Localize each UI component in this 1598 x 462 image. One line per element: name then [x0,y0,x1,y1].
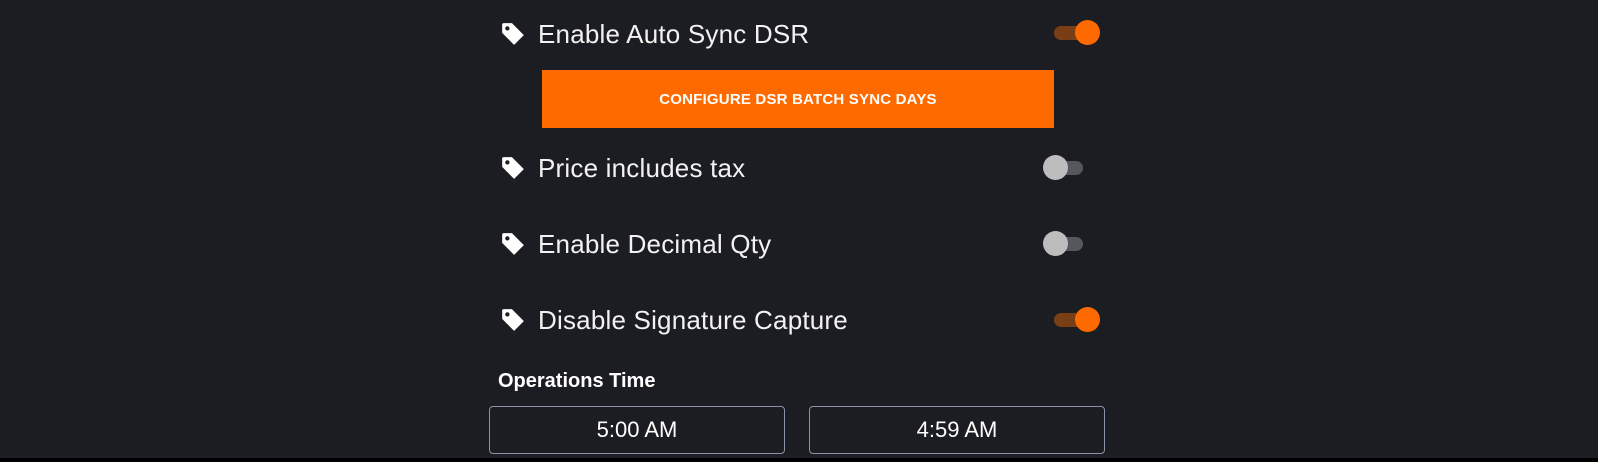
operations-end-time-field[interactable]: 4:59 AM [809,406,1105,454]
auto-sync-dsr-toggle[interactable] [1052,19,1100,45]
disable-signature-capture-toggle[interactable] [1052,306,1100,332]
setting-label: Price includes tax [538,152,746,183]
tag-icon [500,231,526,257]
setting-row-enable-decimal-qty: Enable Decimal Qty [500,224,1100,264]
toggle-thumb [1043,155,1068,180]
setting-row-auto-sync-dsr: Enable Auto Sync DSR [500,14,1100,54]
configure-dsr-batch-sync-days-button[interactable]: CONFIGURE DSR BATCH SYNC DAYS [542,70,1054,128]
setting-label: Enable Decimal Qty [538,228,772,259]
setting-row-disable-signature-capture: Disable Signature Capture [500,300,1100,340]
toggle-thumb [1043,231,1068,256]
enable-decimal-qty-toggle[interactable] [1043,230,1085,256]
setting-label: Enable Auto Sync DSR [538,18,810,49]
bottom-edge-divider [0,458,1598,462]
operations-start-time-field[interactable]: 5:00 AM [489,406,785,454]
toggle-thumb [1075,20,1100,45]
tag-icon [500,21,526,47]
price-includes-tax-toggle[interactable] [1043,154,1085,180]
tag-icon [500,307,526,333]
setting-label: Disable Signature Capture [538,304,848,335]
settings-panel: Enable Auto Sync DSR CONFIGURE DSR BATCH… [0,0,1598,458]
setting-row-price-includes-tax: Price includes tax [500,148,1100,188]
toggle-thumb [1075,307,1100,332]
operations-time-title: Operations Time [498,370,656,392]
tag-icon [500,155,526,181]
